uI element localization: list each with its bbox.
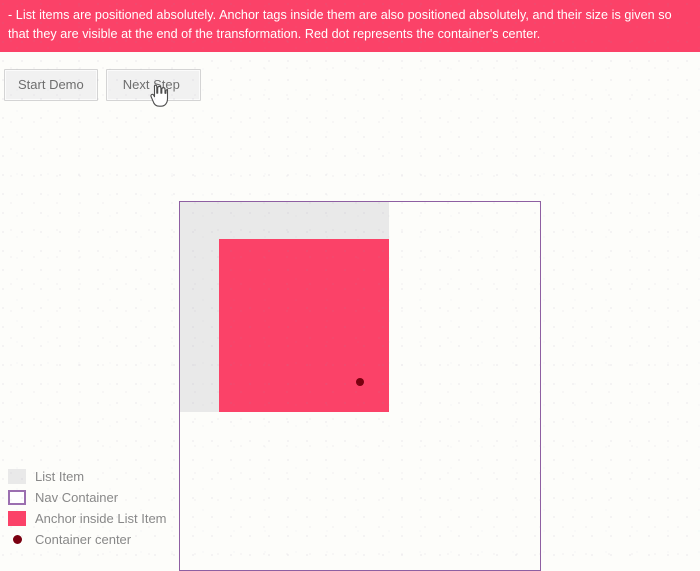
- legend-dot-shape: [12, 535, 22, 544]
- legend-item-nav-container: Nav Container: [8, 487, 167, 508]
- demo-toolbar: Start Demo Next Step: [4, 69, 201, 101]
- container-center-dot: [356, 378, 364, 386]
- legend-label-nav-container: Nav Container: [35, 490, 119, 505]
- start-demo-button[interactable]: Start Demo: [4, 69, 98, 101]
- legend-label-container-center: Container center: [35, 532, 132, 547]
- legend-label-list-item: List Item: [35, 469, 85, 484]
- legend-swatch-nav-container-icon: [8, 490, 26, 505]
- legend-item-container-center: Container center: [8, 529, 167, 550]
- anchor-inside-list-item-box: [219, 239, 389, 412]
- legend-swatch-list-item-icon: [8, 469, 26, 484]
- legend-label-anchor: Anchor inside List Item: [35, 511, 167, 526]
- legend-swatch-anchor-icon: [8, 511, 26, 526]
- legend-item-list-item: List Item: [8, 466, 167, 487]
- legend-swatch-container-center-icon: [8, 532, 26, 547]
- banner-description-text: - List items are positioned absolutely. …: [8, 8, 676, 41]
- next-step-button[interactable]: Next Step: [105, 69, 201, 101]
- info-banner: - List items are positioned absolutely. …: [0, 0, 700, 52]
- legend-item-anchor: Anchor inside List Item: [8, 508, 167, 529]
- legend: List Item Nav Container Anchor inside Li…: [8, 466, 167, 550]
